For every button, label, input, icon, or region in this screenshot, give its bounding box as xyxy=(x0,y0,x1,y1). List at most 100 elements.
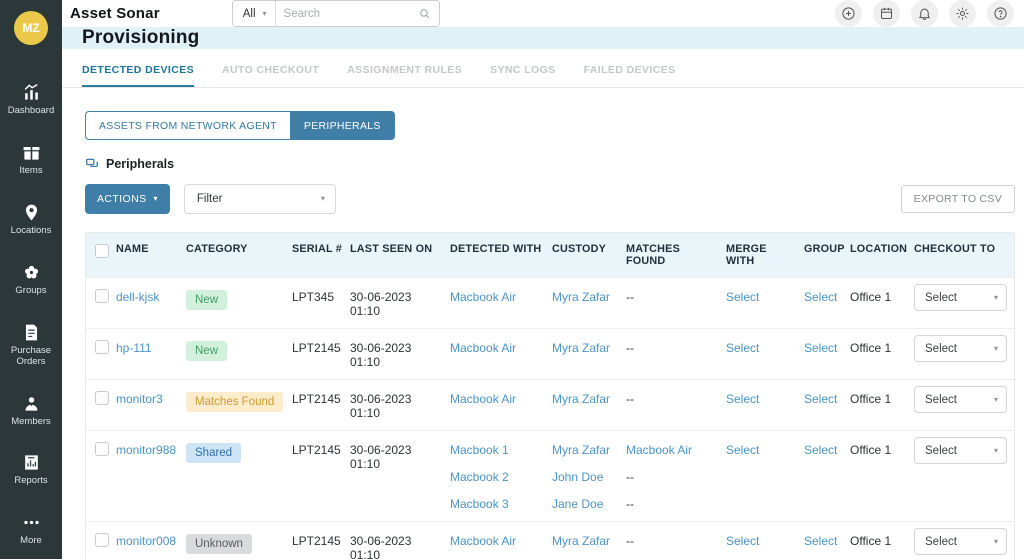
sidebar-item-more[interactable]: More xyxy=(0,513,62,547)
asset-type-toggle: ASSETS FROM NETWORK AGENT PERIPHERALS xyxy=(85,111,1015,140)
cell-merge-with: Select xyxy=(726,380,804,430)
checkout-to-dropdown[interactable]: Select ▾ xyxy=(914,335,1007,362)
sidebar-item-groups[interactable]: Groups xyxy=(0,263,62,297)
device-name-link[interactable]: hp-111 xyxy=(116,341,152,355)
cell-group: Select xyxy=(804,522,850,559)
sidebar-item-dashboard[interactable]: Dashboard xyxy=(0,83,62,117)
device-name-link[interactable]: monitor988 xyxy=(116,443,176,457)
filter-dropdown[interactable]: Filter ▾ xyxy=(183,184,336,214)
calendar-button[interactable] xyxy=(873,0,900,27)
row-checkbox[interactable] xyxy=(95,391,109,405)
cell-detected-with: Macbook 1 Macbook 2 Macbook 3 xyxy=(450,431,552,521)
row-checkbox[interactable] xyxy=(95,533,109,547)
sidebar-item-label: Reports xyxy=(14,475,48,487)
cell-serial: LPT2145 xyxy=(292,534,341,548)
select-all-checkbox[interactable] xyxy=(95,244,109,258)
sidebar-item-purchase-orders[interactable]: Purchase Orders xyxy=(0,323,62,368)
sidebar-item-reports[interactable]: Reports xyxy=(0,453,62,487)
sidebar-item-label: Items xyxy=(19,164,43,176)
chevron-down-icon: ▾ xyxy=(262,8,267,18)
search-input[interactable] xyxy=(275,7,418,20)
checkout-to-dropdown[interactable]: Select ▾ xyxy=(914,386,1007,413)
cell-name: hp-111 xyxy=(116,329,186,379)
detected-with-link[interactable]: Macbook Air xyxy=(450,290,546,304)
group-select-link[interactable]: Select xyxy=(804,392,837,406)
detected-with-link[interactable]: Macbook 3 xyxy=(450,497,546,511)
sidebar-item-label: Purchase Orders xyxy=(10,344,52,367)
tab-sync-logs[interactable]: SYNC LOGS xyxy=(490,64,555,87)
toggle-assets-from-network-agent[interactable]: ASSETS FROM NETWORK AGENT xyxy=(85,111,290,140)
custody-link[interactable]: Myra Zafar xyxy=(552,290,620,304)
column-header-location: LOCATION xyxy=(850,243,908,255)
tab-failed-devices[interactable]: FAILED DEVICES xyxy=(584,64,676,87)
group-select-link[interactable]: Select xyxy=(804,290,837,304)
tab-detected-devices[interactable]: DETECTED DEVICES xyxy=(82,64,194,87)
checkout-to-dropdown[interactable]: Select ▾ xyxy=(914,437,1007,464)
toolbar: ACTIONS ▾ Filter ▾ EXPORT TO CSV xyxy=(85,184,1015,214)
custody-link[interactable]: Myra Zafar xyxy=(552,443,620,457)
tab-assignment-rules[interactable]: ASSIGNMENT RULES xyxy=(347,64,462,87)
group-select-link[interactable]: Select xyxy=(804,443,837,457)
custody-link[interactable]: Myra Zafar xyxy=(552,534,620,548)
sidebar-item-locations[interactable]: Locations xyxy=(0,203,62,237)
detected-with-link[interactable]: Macbook Air xyxy=(450,341,546,355)
reports-icon xyxy=(22,453,41,472)
device-name-link[interactable]: monitor3 xyxy=(116,392,163,406)
group-select-link[interactable]: Select xyxy=(804,534,837,548)
no-match-value: -- xyxy=(626,392,634,406)
more-icon xyxy=(22,513,41,532)
custody-link[interactable]: John Doe xyxy=(552,470,620,484)
avatar[interactable]: MZ xyxy=(14,11,48,45)
cell-name: dell-kjsk xyxy=(116,278,186,328)
sidebar-item-label: Members xyxy=(11,415,51,427)
help-circle-button[interactable] xyxy=(987,0,1014,27)
settings-gear-button[interactable] xyxy=(949,0,976,27)
cell-matches-found: -- xyxy=(626,380,726,430)
detected-with-link[interactable]: Macbook Air xyxy=(450,534,546,548)
purchase-orders-icon xyxy=(22,323,41,342)
tab-auto-checkout[interactable]: AUTO CHECKOUT xyxy=(222,64,319,87)
detected-with-link[interactable]: Macbook 1 xyxy=(450,443,546,457)
cell-group: Select xyxy=(804,329,850,379)
column-header-merge-with: MERGE WITH xyxy=(726,243,767,267)
category-badge: Unknown xyxy=(186,534,252,554)
row-checkbox[interactable] xyxy=(95,442,109,456)
cell-location: Office 1 xyxy=(850,443,892,457)
sidebar-item-items[interactable]: Items xyxy=(0,143,62,177)
merge-with-select-link[interactable]: Select xyxy=(726,443,759,457)
filter-dropdown-label: Filter xyxy=(196,193,223,205)
detected-with-link[interactable]: Macbook 2 xyxy=(450,470,546,484)
column-header-group: GROUP xyxy=(804,243,845,255)
section-title-row: Peripherals xyxy=(85,157,1015,171)
detected-with-link[interactable]: Macbook Air xyxy=(450,392,546,406)
sidebar-item-members[interactable]: Members xyxy=(0,394,62,428)
table-row: monitor988 Shared LPT2145 30-06-2023 01:10 M… xyxy=(86,430,1014,521)
cell-custody: Myra Zafar xyxy=(552,380,626,430)
custody-link[interactable]: Myra Zafar xyxy=(552,341,620,355)
checkout-to-dropdown[interactable]: Select ▾ xyxy=(914,528,1007,555)
column-header-serial: SERIAL # xyxy=(292,243,343,255)
matches-found-link[interactable]: Macbook Air xyxy=(626,443,720,457)
checkout-to-dropdown[interactable]: Select ▾ xyxy=(914,284,1007,311)
cell-category: Unknown xyxy=(186,522,292,559)
device-name-link[interactable]: monitor008 xyxy=(116,534,176,548)
toggle-peripherals[interactable]: PERIPHERALS xyxy=(289,111,395,140)
merge-with-select-link[interactable]: Select xyxy=(726,341,759,355)
group-select-link[interactable]: Select xyxy=(804,341,837,355)
export-csv-button[interactable]: EXPORT TO CSV xyxy=(900,185,1015,213)
merge-with-select-link[interactable]: Select xyxy=(726,534,759,548)
row-checkbox[interactable] xyxy=(95,289,109,303)
notifications-bell-button[interactable] xyxy=(911,0,938,27)
row-checkbox[interactable] xyxy=(95,340,109,354)
device-name-link[interactable]: dell-kjsk xyxy=(116,290,159,304)
merge-with-select-link[interactable]: Select xyxy=(726,392,759,406)
add-circle-button[interactable] xyxy=(835,0,862,27)
merge-with-select-link[interactable]: Select xyxy=(726,290,759,304)
search-scope-dropdown[interactable]: All ▾ xyxy=(233,1,276,26)
custody-link[interactable]: Jane Doe xyxy=(552,497,620,511)
category-badge: New xyxy=(186,341,228,361)
actions-button[interactable]: ACTIONS ▾ xyxy=(85,184,170,214)
section-title: Peripherals xyxy=(106,157,175,171)
custody-link[interactable]: Myra Zafar xyxy=(552,392,620,406)
search-box: All ▾ xyxy=(231,0,440,27)
